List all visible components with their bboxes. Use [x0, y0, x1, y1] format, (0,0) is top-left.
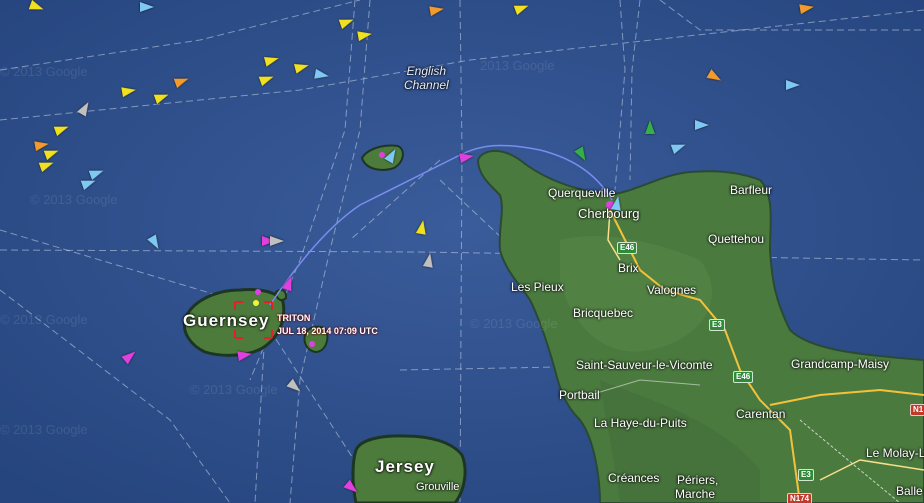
place-label: La Haye-du-Puits — [594, 416, 687, 430]
map-canvas — [0, 0, 924, 503]
copyright-watermark: 2013 Google — [480, 58, 555, 73]
place-label: Périers, — [677, 473, 719, 487]
copyright-watermark: © 2013 Google — [0, 422, 88, 437]
sea-name-label: English Channel — [404, 64, 449, 92]
copyright-watermark: © 2013 Google — [0, 312, 88, 327]
copyright-watermark: © 2013 Google — [470, 316, 558, 331]
place-label: Le Molay-L — [866, 446, 924, 460]
sea-name-line: English — [406, 64, 447, 78]
vessel-icon[interactable] — [270, 236, 284, 246]
place-label: Grouville — [416, 481, 460, 493]
vessel-timestamp-label: JUL 18, 2014 07:09 UTC — [277, 326, 378, 336]
copyright-watermark: © 2013 Google — [0, 64, 88, 79]
road-shield: N174 — [787, 493, 813, 503]
vessel-icon[interactable] — [786, 80, 800, 90]
road-shield: N1 — [910, 404, 924, 416]
copyright-watermark: © 2013 Google — [30, 192, 118, 207]
vessel-icon[interactable] — [645, 120, 655, 134]
place-label: Marche — [675, 487, 716, 501]
place-label: Saint-Sauveur-le-Vicomte — [576, 358, 713, 372]
place-label: Créances — [608, 471, 660, 485]
copyright-watermark: © 2013 Google — [190, 382, 278, 397]
jersey-label: Jersey — [375, 457, 435, 476]
place-label: Portbail — [559, 388, 600, 402]
vessel-icon[interactable] — [140, 2, 154, 12]
place-label: Barfleur — [730, 183, 773, 197]
marine-traffic-map[interactable]: © 2013 Google © 2013 Google © 2013 Googl… — [0, 0, 924, 503]
place-label: Balle — [896, 484, 923, 498]
road-shield: E46 — [617, 242, 638, 254]
place-label: Les Pieux — [511, 280, 564, 294]
vessel-icon[interactable] — [695, 120, 709, 130]
place-label: Bricquebec — [573, 306, 634, 320]
road-shield: E3 — [798, 469, 814, 481]
road-shield: E3 — [709, 319, 725, 331]
place-label: Brix — [618, 261, 639, 275]
place-label: Quettehou — [708, 232, 765, 246]
road-shield: E46 — [733, 371, 754, 383]
place-label: Cherbourg — [578, 206, 640, 221]
sea-name-line: Channel — [404, 78, 449, 92]
place-label: Grandcamp-Maisy — [791, 357, 890, 371]
guernsey-label: Guernsey — [183, 311, 270, 330]
place-label: Querqueville — [548, 186, 616, 200]
place-label: Valognes — [647, 283, 697, 297]
vessel-name-label[interactable]: TRITON — [277, 313, 310, 323]
place-label: Carentan — [736, 407, 786, 421]
